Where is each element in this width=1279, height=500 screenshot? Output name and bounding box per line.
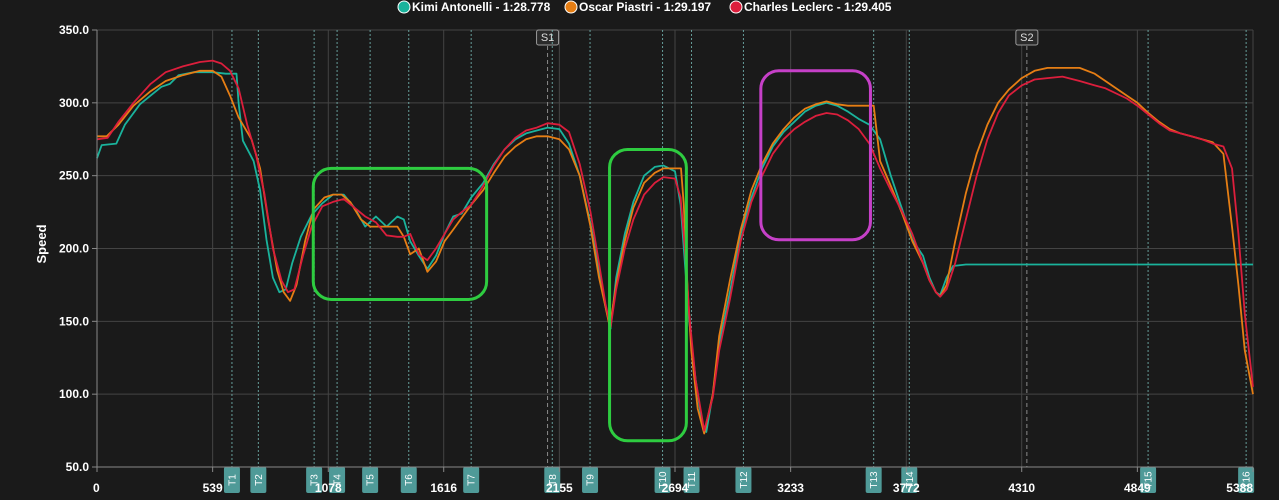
grid (96, 29, 1254, 468)
x-tick-label: 4849 (1124, 481, 1151, 495)
turn-markers: T1 T2 T3 T4 T5 T6 T7 T8 T9 T10 T11 T12 T13 T14 T15 T16 (223, 30, 1255, 493)
legend-label: Kimi Antonelli - 1:28.778 (412, 0, 551, 14)
y-tick-label: 250.0 (59, 169, 89, 183)
turn-label: T13 (869, 471, 880, 489)
y-tick-label: 200.0 (59, 242, 89, 256)
x-tick-label: 539 (203, 481, 223, 495)
y-axis-label: Speed (34, 224, 49, 263)
turn-label: T7 (467, 474, 478, 486)
y-tick-label: 50.0 (66, 460, 90, 474)
y-tick-label: 100.0 (59, 387, 89, 401)
turn-label: T2 (254, 474, 265, 486)
legend-label: Charles Leclerc - 1:29.405 (744, 0, 892, 14)
x-tick-label: 2155 (546, 481, 573, 495)
x-tick-label: 3233 (777, 481, 804, 495)
turn-label: T6 (404, 474, 415, 486)
sector-label: S2 (1020, 32, 1033, 44)
turn-label: T5 (366, 474, 377, 486)
highlight-box (759, 69, 872, 242)
x-tick-label: 2694 (662, 481, 689, 495)
legend-marker (729, 0, 743, 14)
legend-marker (564, 0, 578, 14)
speed-trace-chart: Kimi Antonelli - 1:28.778 Oscar Piastri -… (34, 0, 1255, 495)
legend: Kimi Antonelli - 1:28.778 Oscar Piastri -… (397, 0, 892, 14)
y-tick-label: 350.0 (59, 23, 89, 37)
x-tick-label: 5388 (1226, 481, 1253, 495)
x-tick-label: 3772 (893, 481, 920, 495)
y-tick-label: 150.0 (59, 314, 89, 328)
legend-marker (397, 0, 411, 14)
legend-label: Oscar Piastri - 1:29.197 (579, 0, 711, 14)
turn-label: T11 (687, 471, 698, 488)
x-tick-label: 1078 (315, 481, 342, 495)
turn-label: T1 (227, 474, 238, 486)
x-tick-label: 4310 (1008, 481, 1035, 495)
y-tick-label: 300.0 (59, 96, 89, 110)
turn-label: T12 (739, 471, 750, 489)
x-tick-label: 0 (93, 481, 100, 495)
turn-label: T9 (586, 474, 597, 486)
highlight-box (311, 166, 489, 301)
x-tick-label: 1616 (430, 481, 457, 495)
